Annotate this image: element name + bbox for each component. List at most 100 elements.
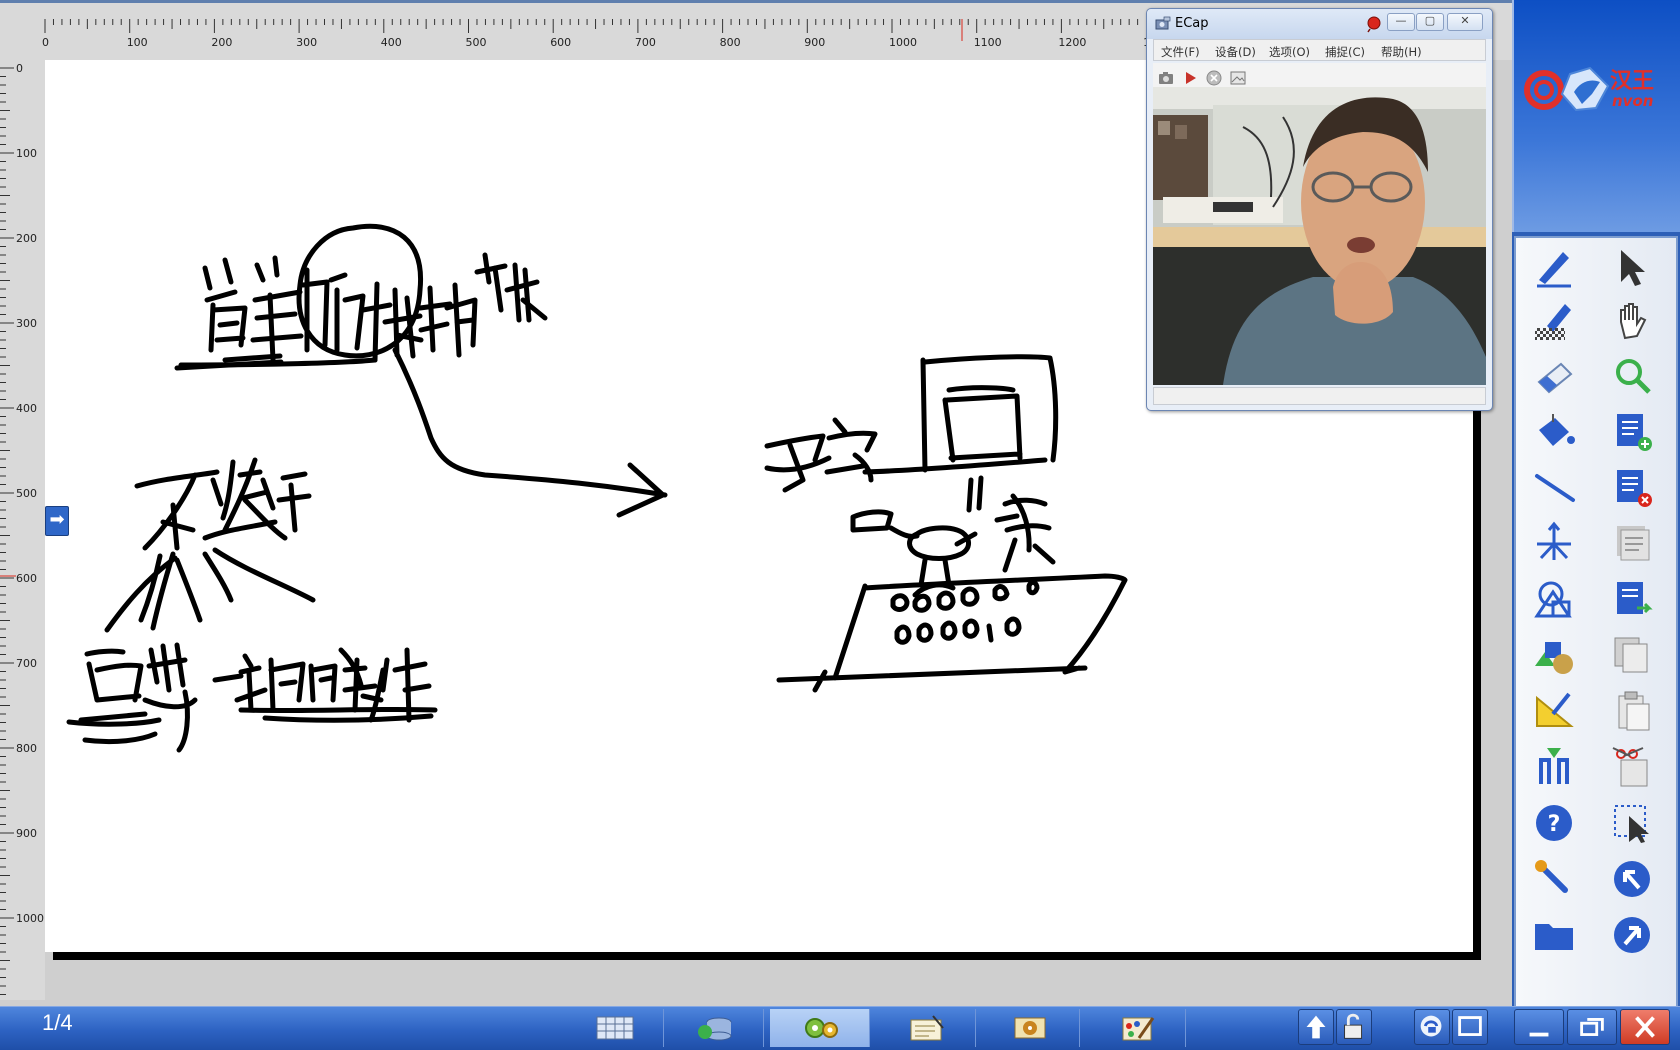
pin-tool[interactable] <box>1531 744 1577 790</box>
pin-icon <box>1539 748 1569 784</box>
handwritten-phrase-bottom-left <box>66 642 438 753</box>
folder-icon <box>1535 924 1573 950</box>
axes-tool[interactable] <box>1531 520 1577 566</box>
3d-shapes-icon <box>1535 642 1573 674</box>
upload-icon <box>1306 1015 1326 1039</box>
menu-capture[interactable]: 捕捉(C) <box>1325 44 1365 60</box>
ecap-maximize-button[interactable]: ▢ <box>1416 13 1444 31</box>
select-arrow-icon <box>1621 250 1645 286</box>
page-side-tab[interactable]: ➡ <box>45 506 69 536</box>
menu-help[interactable]: 帮助(H) <box>1381 44 1422 60</box>
gears-button[interactable] <box>770 1009 870 1047</box>
window-icon <box>1458 1016 1482 1036</box>
zoom-tool[interactable] <box>1609 352 1655 398</box>
eraser-icon <box>1537 362 1573 394</box>
ruler-label: 700 <box>635 36 656 49</box>
ruler-label: 500 <box>466 36 487 49</box>
vertical-ruler: 0 100 200 300 400 500 600 700 800 900 1000 <box>0 60 45 1000</box>
database-button[interactable] <box>664 1009 764 1047</box>
film-button[interactable] <box>980 1009 1080 1047</box>
screen-button[interactable] <box>1414 1009 1450 1045</box>
ruler-label: 300 <box>296 36 317 49</box>
ruler-label: 300 <box>16 317 37 330</box>
cut-button[interactable] <box>1609 744 1655 790</box>
page-list-button[interactable] <box>1609 520 1655 566</box>
pan-tool[interactable] <box>1609 298 1655 344</box>
minimize-icon <box>1529 1032 1549 1037</box>
eraser-tool[interactable] <box>1531 352 1577 398</box>
vertical-ruler-ticks: 0 100 200 300 400 500 600 700 800 900 1000 <box>0 62 44 995</box>
ecap-window[interactable]: ECap — ▢ ✕ 文件(F) 设备(D) 选项(O) 捕捉(C) 帮助(H) <box>1146 8 1493 411</box>
highlighter-tool[interactable] <box>1531 298 1577 344</box>
undo-icon <box>1614 861 1650 897</box>
geometry-tool[interactable] <box>1531 688 1577 734</box>
page-indicator: 1/4 <box>42 1010 73 1035</box>
handwritten-drawing-right <box>764 354 1128 693</box>
ruler-label: 800 <box>720 36 741 49</box>
palette-button[interactable] <box>1086 1009 1186 1047</box>
picture-icon[interactable] <box>1229 69 1247 87</box>
paste-button[interactable] <box>1609 688 1655 734</box>
ruler-label: 0 <box>42 36 49 49</box>
handwritten-word-middle-left <box>104 457 316 633</box>
webcam-video-feed <box>1153 87 1486 385</box>
ruler-label: 800 <box>16 742 37 755</box>
line-tool[interactable] <box>1531 464 1577 510</box>
settings-button[interactable] <box>1531 856 1577 902</box>
ruler-label: 1100 <box>974 36 1002 49</box>
lock-button[interactable] <box>1336 1009 1372 1045</box>
restore-icon <box>1580 1018 1604 1036</box>
menu-file[interactable]: 文件(F) <box>1161 44 1200 60</box>
notepad-icon <box>910 1015 944 1041</box>
page-list-icon <box>1617 526 1650 561</box>
app-close-button[interactable] <box>1620 1009 1670 1045</box>
menu-device[interactable]: 设备(D) <box>1215 44 1256 60</box>
ruler-label: 100 <box>16 147 37 160</box>
copy-page-button[interactable] <box>1609 632 1655 678</box>
app-minimize-button[interactable] <box>1514 1009 1564 1045</box>
redo-button[interactable] <box>1609 912 1655 958</box>
ruler-label: 1200 <box>1058 36 1086 49</box>
shapes-icon <box>1534 581 1572 618</box>
redo-icon <box>1614 917 1650 953</box>
undo-button[interactable] <box>1609 856 1655 902</box>
zoom-icon <box>1616 359 1651 394</box>
shapes-tool[interactable] <box>1531 576 1577 622</box>
menu-options[interactable]: 选项(O) <box>1269 44 1310 60</box>
region-select-tool[interactable] <box>1609 800 1655 846</box>
ruler-label: 500 <box>16 487 37 500</box>
help-button[interactable]: ? <box>1531 800 1577 846</box>
stop-icon[interactable] <box>1205 69 1223 87</box>
hanvon-logo: 汉王 nvon <box>1524 66 1654 112</box>
play-icon[interactable] <box>1181 69 1199 87</box>
lock-icon <box>1344 1013 1363 1039</box>
3d-shapes-tool[interactable] <box>1531 632 1577 678</box>
notepad-button[interactable] <box>876 1009 976 1047</box>
camera-icon[interactable] <box>1157 69 1175 87</box>
open-folder-button[interactable] <box>1531 912 1577 958</box>
arrow-right-icon: ➡ <box>49 509 65 530</box>
ruler-label: 0 <box>16 62 23 75</box>
delete-page-button[interactable] <box>1609 464 1655 510</box>
select-tool[interactable] <box>1609 244 1655 290</box>
fill-tool[interactable] <box>1531 408 1577 454</box>
gears-icon <box>805 1018 838 1038</box>
ruler-label: 900 <box>804 36 825 49</box>
window-button[interactable] <box>1452 1009 1488 1045</box>
close-icon <box>1635 1016 1655 1038</box>
logo-text: 汉王 <box>1610 69 1654 94</box>
line-icon <box>1535 474 1575 502</box>
ecap-close-button[interactable]: ✕ <box>1447 13 1483 31</box>
pen-tool[interactable] <box>1531 244 1577 290</box>
next-page-button[interactable] <box>1609 576 1655 622</box>
fill-bucket-icon <box>1539 414 1575 446</box>
new-page-button[interactable] <box>1609 408 1655 454</box>
ecap-titlebar[interactable]: ECap — ▢ ✕ <box>1147 9 1492 39</box>
axes-icon <box>1537 521 1571 560</box>
upload-button[interactable] <box>1298 1009 1334 1045</box>
grid-button[interactable] <box>564 1009 664 1047</box>
ruler-label: 200 <box>211 36 232 49</box>
app-restore-button[interactable] <box>1567 1009 1617 1045</box>
highlighter-icon <box>1535 304 1571 340</box>
ecap-minimize-button[interactable]: — <box>1387 13 1415 31</box>
